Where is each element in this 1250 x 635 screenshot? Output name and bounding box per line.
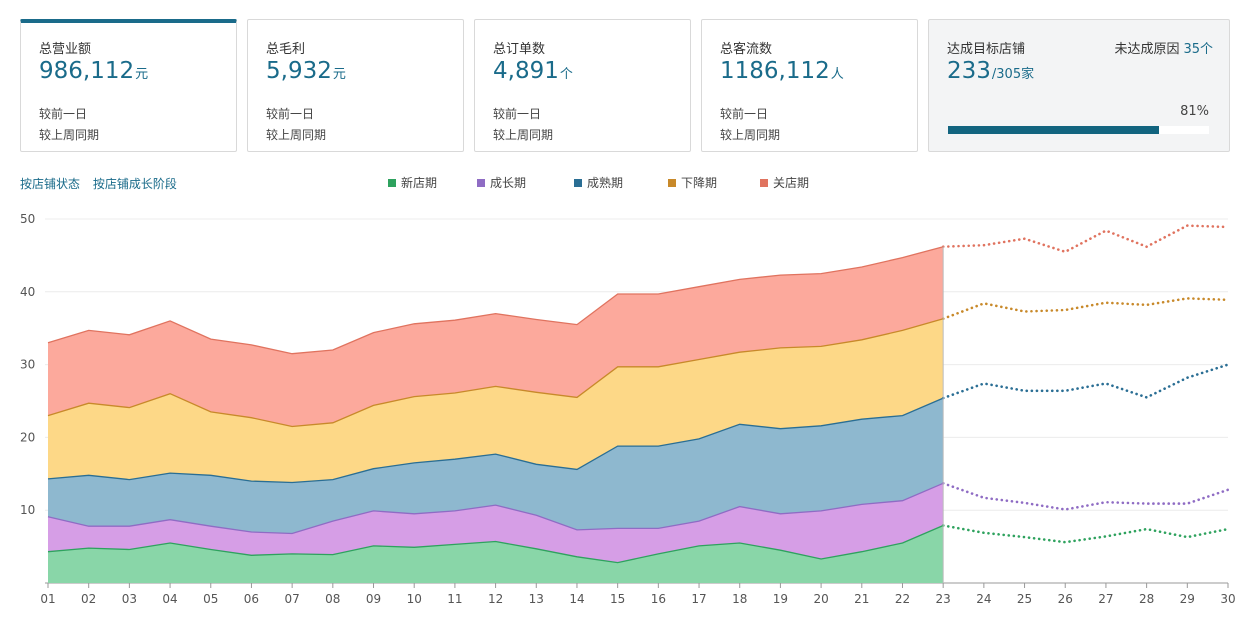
legend-swatch xyxy=(668,179,676,187)
legend-label: 关店期 xyxy=(773,176,810,190)
forecast-line-关店期 xyxy=(941,224,1230,254)
unmet-reason-label: 未达成原因 xyxy=(1114,42,1180,57)
kpi-card-revenue[interactable]: 总营业额 986,112元 较前一日 较上周同期 xyxy=(20,19,237,152)
target-progress-bar xyxy=(948,126,1209,134)
x-tick-label: 29 xyxy=(1180,592,1195,606)
unmet-reason-count: 35个 xyxy=(1183,42,1213,57)
link-by-store-status[interactable]: 按店铺状态 xyxy=(20,177,80,191)
stacked-area-chart: 10 20 30 40 50 01 02 03 04 05 06 07 08 09 10 11 12 13 14 15… xyxy=(20,212,1236,606)
kpi-unit: 人 xyxy=(830,67,844,82)
x-tick-label: 10 xyxy=(407,592,422,606)
kpi-label: 总毛利 xyxy=(266,42,306,57)
kpi-card-gross-profit[interactable]: 总毛利 5,932元 较前一日 较上周同期 xyxy=(247,19,464,152)
legend-label: 下降期 xyxy=(681,176,718,190)
compare-last-week: 较上周同期 xyxy=(39,128,100,142)
legend-swatch xyxy=(574,179,582,187)
legend-label: 成熟期 xyxy=(587,176,624,190)
target-total: /305家 xyxy=(991,67,1035,82)
compare-prev-day: 较前一日 xyxy=(266,107,315,121)
legend-swatch xyxy=(388,179,396,187)
x-tick-label: 05 xyxy=(203,592,218,606)
y-tick-label: 20 xyxy=(20,430,35,444)
x-tick-label: 09 xyxy=(366,592,381,606)
target-number: 233 xyxy=(947,58,991,84)
x-tick-label: 20 xyxy=(813,592,828,606)
x-tick-label: 13 xyxy=(529,592,544,606)
kpi-cards: 总营业额 986,112元 较前一日 较上周同期 总毛利 5,932元 较前一日… xyxy=(20,19,1230,154)
x-tick-label: 30 xyxy=(1220,592,1235,606)
legend-label: 新店期 xyxy=(401,176,438,190)
kpi-value: 5,932元 xyxy=(266,58,346,84)
kpi-unit: 元 xyxy=(135,67,149,82)
legend-item-growth[interactable]: 成长期 xyxy=(477,174,526,191)
x-tick-label: 24 xyxy=(976,592,991,606)
kpi-number: 1186,112 xyxy=(720,58,830,84)
x-tick-label: 17 xyxy=(691,592,706,606)
x-tick-label: 28 xyxy=(1139,592,1154,606)
x-tick-label: 08 xyxy=(325,592,340,606)
x-tick-label: 19 xyxy=(773,592,788,606)
legend-label: 成长期 xyxy=(490,176,527,190)
x-tick-label: 25 xyxy=(1017,592,1032,606)
x-tick-label: 15 xyxy=(610,592,625,606)
x-tick-label: 22 xyxy=(895,592,910,606)
x-tick-label: 16 xyxy=(651,592,666,606)
x-tick-label: 06 xyxy=(244,592,259,606)
kpi-label: 总营业额 xyxy=(39,42,92,57)
kpi-label: 总客流数 xyxy=(720,42,773,57)
legend-item-new[interactable]: 新店期 xyxy=(388,174,437,191)
y-tick-label: 40 xyxy=(20,285,35,299)
x-tick-label: 04 xyxy=(162,592,177,606)
x-tick-label: 01 xyxy=(40,592,55,606)
x-tick-label: 14 xyxy=(569,592,584,606)
forecast-line-新店期 xyxy=(941,524,1230,544)
kpi-number: 5,932 xyxy=(266,58,332,84)
x-tick-label: 27 xyxy=(1098,592,1113,606)
kpi-number: 4,891 xyxy=(493,58,559,84)
y-tick-label: 10 xyxy=(20,503,35,517)
x-tick-label: 12 xyxy=(488,592,503,606)
x-tick-label: 21 xyxy=(854,592,869,606)
legend-item-closing[interactable]: 关店期 xyxy=(760,174,809,191)
unmet-reason-link[interactable]: 未达成原因 35个 xyxy=(1114,38,1213,57)
compare-last-week: 较上周同期 xyxy=(720,128,781,142)
target-percent: 81% xyxy=(1180,104,1209,119)
compare-last-week: 较上周同期 xyxy=(493,128,554,142)
kpi-card-orders[interactable]: 总订单数 4,891个 较前一日 较上周同期 xyxy=(474,19,691,152)
kpi-card-target-stores[interactable]: 达成目标店铺 未达成原因 35个 233/305家 81% xyxy=(928,19,1230,152)
y-tick-label: 50 xyxy=(20,212,35,226)
kpi-value: 986,112元 xyxy=(39,58,148,84)
x-tick-label: 11 xyxy=(447,592,462,606)
forecast-line-成长期 xyxy=(941,482,1230,511)
legend-swatch xyxy=(477,179,485,187)
x-tick-label: 03 xyxy=(122,592,137,606)
x-tick-label: 23 xyxy=(936,592,951,606)
kpi-value: 4,891个 xyxy=(493,58,573,84)
target-value: 233/305家 xyxy=(947,58,1034,84)
legend-item-decline[interactable]: 下降期 xyxy=(668,174,717,191)
kpi-value: 1186,112人 xyxy=(720,58,844,84)
target-progress-fill xyxy=(948,126,1160,134)
link-by-growth-stage[interactable]: 按店铺成长阶段 xyxy=(93,177,177,191)
legend-swatch xyxy=(760,179,768,187)
x-tick-label: 26 xyxy=(1058,592,1073,606)
compare-last-week: 较上周同期 xyxy=(266,128,327,142)
compare-prev-day: 较前一日 xyxy=(39,107,88,121)
kpi-number: 986,112 xyxy=(39,58,135,84)
kpi-unit: 元 xyxy=(332,67,346,82)
x-tick-label: 18 xyxy=(732,592,747,606)
compare-prev-day: 较前一日 xyxy=(720,107,769,121)
kpi-card-traffic[interactable]: 总客流数 1186,112人 较前一日 较上周同期 xyxy=(701,19,918,152)
kpi-label: 总订单数 xyxy=(493,42,546,57)
forecast-line-下降期 xyxy=(941,297,1230,320)
target-label: 达成目标店铺 xyxy=(947,42,1026,57)
x-tick-label: 07 xyxy=(284,592,299,606)
compare-prev-day: 较前一日 xyxy=(493,107,542,121)
x-tick-label: 02 xyxy=(81,592,96,606)
forecast-line-成熟期 xyxy=(941,363,1230,400)
legend-item-mature[interactable]: 成熟期 xyxy=(574,174,623,191)
grouping-links: 按店铺状态 按店铺成长阶段 xyxy=(20,175,186,192)
kpi-unit: 个 xyxy=(559,67,573,82)
y-tick-label: 30 xyxy=(20,358,35,372)
